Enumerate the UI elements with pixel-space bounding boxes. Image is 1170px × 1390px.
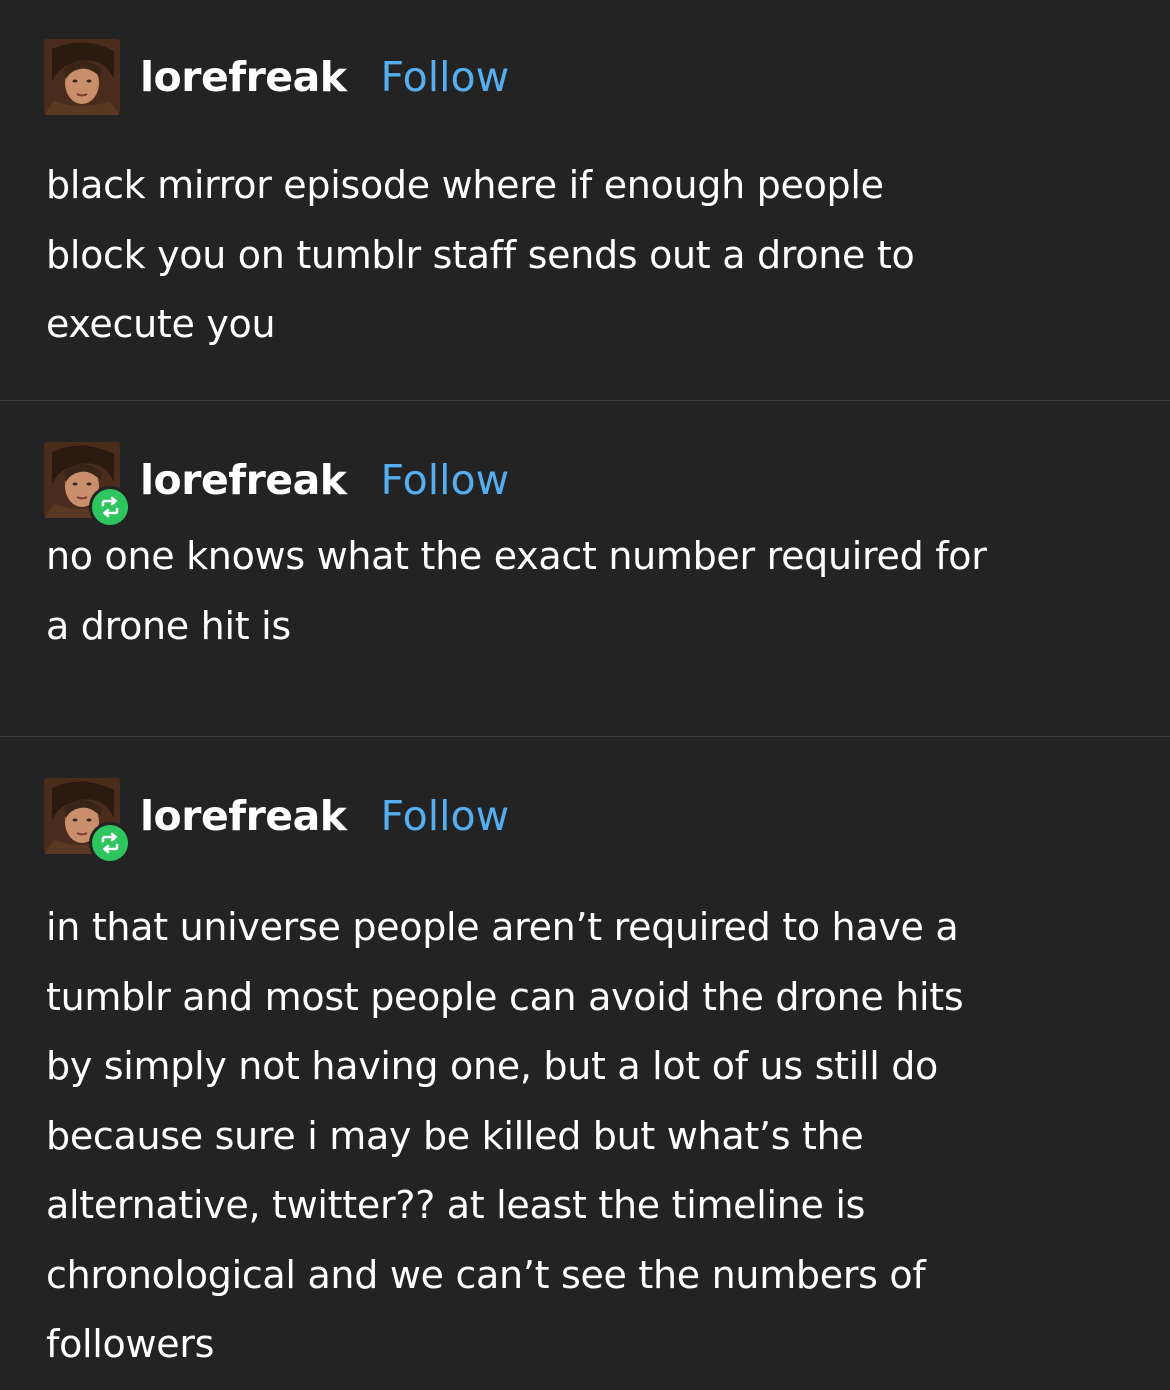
post-text-line: followers bbox=[46, 1322, 215, 1366]
post-header: lorefreak Follow bbox=[44, 442, 510, 528]
post-text-line: chronological and we can’t see the numbe… bbox=[46, 1252, 926, 1297]
username[interactable]: lorefreak bbox=[140, 792, 347, 840]
post-text-line: because sure i may be killed but what’s … bbox=[46, 1113, 864, 1158]
avatar[interactable] bbox=[44, 442, 131, 528]
post-text: no one knows what the exact number requi… bbox=[46, 522, 1126, 661]
reblog-icon bbox=[101, 832, 119, 854]
user-avatar-icon bbox=[44, 39, 120, 115]
follow-button[interactable]: Follow bbox=[381, 53, 510, 101]
follow-button[interactable]: Follow bbox=[381, 456, 510, 504]
username[interactable]: lorefreak bbox=[140, 456, 347, 504]
post-text: in that universe people aren’t required … bbox=[46, 893, 1126, 1380]
avatar[interactable] bbox=[44, 39, 120, 115]
reblog-icon bbox=[101, 496, 119, 518]
post-text-line: tumblr and most people can avoid the dro… bbox=[46, 974, 964, 1019]
post-text-line: a drone hit is bbox=[46, 603, 291, 648]
reblog-badge bbox=[89, 822, 131, 864]
post-original: lorefreak Follow black mirror episode wh… bbox=[0, 0, 1170, 400]
post-text-line: by simply not having one, but a lot of u… bbox=[46, 1044, 939, 1088]
post-text: black mirror episode where if enough peo… bbox=[46, 151, 1126, 360]
post-header: lorefreak Follow bbox=[44, 778, 510, 864]
follow-button[interactable]: Follow bbox=[381, 792, 510, 840]
post-text-line: in that universe people aren’t required … bbox=[46, 905, 959, 949]
post-text-line: black mirror episode where if enough peo… bbox=[46, 163, 884, 207]
post-text-line: no one knows what the exact number requi… bbox=[46, 534, 987, 578]
post-header: lorefreak Follow bbox=[44, 39, 509, 115]
post-text-line: execute you bbox=[46, 302, 276, 346]
avatar[interactable] bbox=[44, 778, 131, 864]
post-text-line: alternative, twitter?? at least the time… bbox=[46, 1183, 866, 1227]
post-text-line: block you on tumblr staff sends out a dr… bbox=[46, 232, 915, 277]
username[interactable]: lorefreak bbox=[140, 53, 347, 101]
post-reblog: lorefreak Follow no one knows what the e… bbox=[0, 400, 1170, 736]
post-reblog: lorefreak Follow in that universe people… bbox=[0, 736, 1170, 1390]
